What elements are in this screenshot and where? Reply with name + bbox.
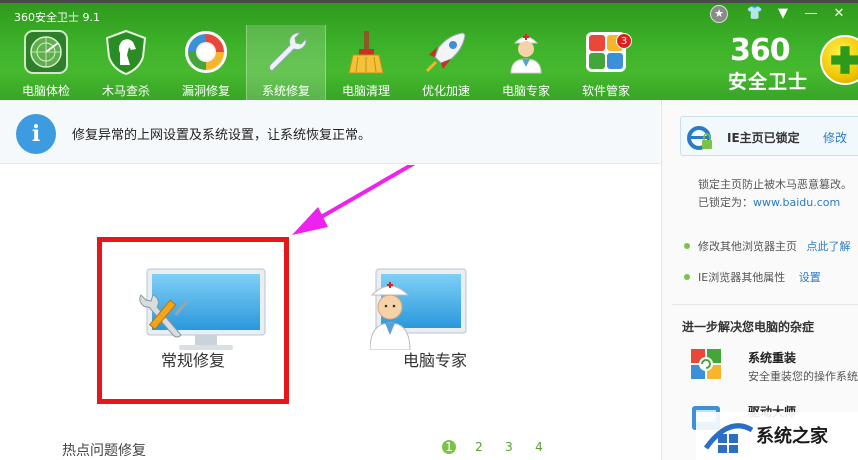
minimize-button[interactable]: — [800, 5, 822, 23]
nav-label: 漏洞修复 [181, 84, 230, 98]
page-4-button[interactable]: 4 [532, 440, 546, 454]
option-text: 修改其他浏览器主页 [698, 240, 797, 253]
expert-tile[interactable]: 电脑专家 [345, 240, 525, 400]
brand-logo: 360 安全卫士 [728, 33, 858, 93]
locked-to-line: 已锁定为：www.baidu.com [698, 194, 840, 210]
banner-text: 修复异常的上网设置及系统设置，让系统恢复正常。 [72, 128, 372, 143]
main-content: 常规修复 电脑专家 热点问题修复 1 2 3 4 [0, 165, 660, 460]
title-bar: 360安全卫士 9.1 ★ 👕 ▼ — ✕ 电脑体检 木马查杀 漏洞修复 系统修… [0, 0, 858, 101]
lock-description: 锁定主页防止被木马恶意篡改。 [698, 178, 852, 191]
option-text: IE浏览器其他属性 [698, 271, 786, 284]
hot-fix-pager: 1 2 3 4 [442, 440, 546, 454]
close-button[interactable]: ✕ [828, 5, 850, 23]
ie-lock-icon [687, 126, 712, 150]
option-row: 修改其他浏览器主页 点此了解 [698, 238, 851, 254]
wrench-icon [268, 32, 307, 72]
watermark-text: 系统之家 [756, 426, 828, 447]
monitor-doctor-icon [370, 268, 467, 350]
ie-lock-label: IE主页已锁定 [727, 131, 800, 145]
nav-label: 软件管家 [581, 84, 630, 98]
nav-label: 电脑体检 [21, 84, 70, 98]
locked-to-label: 已锁定为： [698, 196, 753, 209]
hot-fix-label: 热点问题修复 [62, 443, 146, 459]
nav-label: 电脑专家 [501, 84, 550, 98]
skin-icon[interactable]: 👕 [744, 5, 766, 23]
nav-label: 系统修复 [261, 84, 310, 98]
plus-logo-icon [820, 35, 858, 85]
bullet-dot [684, 274, 690, 280]
page-3-button[interactable]: 3 [502, 440, 516, 454]
nav-item-checkup[interactable]: 电脑体检 [6, 25, 86, 101]
nav-item-trojan-scan[interactable]: 木马查杀 [86, 25, 166, 101]
ie-lock-box: IE主页已锁定 修改 [680, 116, 858, 156]
right-panel: IE主页已锁定 修改 锁定主页防止被木马恶意篡改。 已锁定为：www.baidu… [661, 100, 858, 460]
horse-shield-icon [105, 29, 147, 75]
main-nav: 电脑体检 木马查杀 漏洞修复 系统修复 电脑清理 优化加速 电脑专家 软件管家 [6, 25, 646, 101]
nav-item-system-repair[interactable]: 系统修复 [246, 25, 326, 101]
star-icon[interactable]: ★ [710, 5, 728, 23]
nav-label: 优化加速 [421, 84, 470, 98]
locked-url-link[interactable]: www.baidu.com [753, 196, 840, 209]
broom-icon [348, 31, 384, 74]
brand-number: 360 [730, 33, 791, 68]
info-icon: i [16, 114, 56, 154]
nav-item-cleanup[interactable]: 电脑清理 [326, 25, 406, 101]
nav-label: 电脑清理 [341, 84, 390, 98]
divider [672, 304, 858, 305]
brand-name: 安全卫士 [728, 71, 809, 93]
learn-more-link[interactable]: 点此了解 [807, 240, 851, 253]
nav-item-expert[interactable]: 电脑专家 [486, 25, 566, 101]
app-title: 360安全卫士 9.1 [14, 11, 100, 24]
page-2-button[interactable]: 2 [472, 440, 486, 454]
page-1-button[interactable]: 1 [442, 440, 456, 454]
option-row: IE浏览器其他属性 设置 [698, 269, 821, 285]
doctor-icon [510, 34, 542, 74]
notification-badge: 3 [616, 33, 632, 49]
menu-dropdown-icon[interactable]: ▼ [772, 5, 794, 23]
info-banner: i 修复异常的上网设置及系统设置，让系统恢复正常。 [0, 100, 660, 164]
watermark: 系统之家 [696, 412, 858, 460]
radar-icon [24, 30, 68, 74]
tool-desc: 安全重装您的操作系统 [748, 370, 858, 383]
nav-item-software[interactable]: 软件管家 [566, 25, 646, 101]
system-reinstall-icon[interactable] [690, 348, 722, 380]
settings-link[interactable]: 设置 [799, 271, 821, 284]
watermark-logo-icon [704, 423, 754, 453]
rocket-icon [425, 32, 466, 73]
window-controls: ★ 👕 ▼ — ✕ [710, 5, 850, 23]
tile-label: 电脑专家 [402, 351, 467, 370]
tool-title[interactable]: 系统重装 [748, 349, 796, 366]
ie-lock-edit-link[interactable]: 修改 [823, 129, 847, 146]
nav-item-vuln-fix[interactable]: 漏洞修复 [166, 25, 246, 101]
section-title: 进一步解决您电脑的杂症 [682, 320, 815, 334]
patch-ring-icon [185, 31, 227, 73]
highlight-box [97, 237, 289, 404]
nav-label: 木马查杀 [101, 84, 150, 98]
nav-item-speedup[interactable]: 优化加速 [406, 25, 486, 101]
bullet-dot [684, 243, 690, 249]
